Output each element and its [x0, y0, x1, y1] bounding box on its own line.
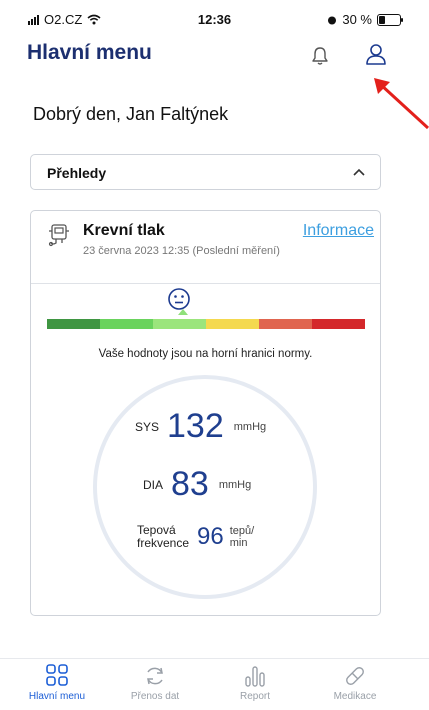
scale-marker: [178, 309, 188, 315]
pulse-label-line2: frekvence: [137, 536, 190, 550]
pulse-unit-line2: min: [229, 537, 248, 549]
card-title: Krevní tlak: [83, 222, 165, 239]
tab-label: Hlavní menu: [28, 691, 86, 702]
pulse-unit-line1: tepů/: [229, 525, 255, 537]
bp-assessment-text: Vaše hodnoty jsou na horní hranici normy…: [98, 348, 313, 360]
chart-icon: [245, 666, 265, 687]
battery-icon: [377, 13, 403, 26]
user-icon: [366, 44, 386, 65]
tab-label: Přenos dat: [130, 691, 180, 702]
scale-segment: [100, 319, 153, 329]
bottom-tab-bar: Hlavní menu Přenos dat Report Medikace: [0, 658, 429, 710]
bp-color-scale: [47, 319, 365, 329]
greeting: Dobrý den, Jan Faltýnek: [33, 104, 229, 124]
notifications-button[interactable]: [306, 42, 334, 70]
sys-value: 132: [167, 407, 224, 445]
sync-icon: [147, 667, 163, 685]
scale-segment: [47, 319, 100, 329]
tab-data-transfer[interactable]: Přenos dat: [110, 659, 200, 702]
status-bar: O2.CZ 12:36 30 %: [0, 0, 429, 36]
blood-pressure-monitor-icon: [48, 224, 69, 247]
sys-row: SYS 132 mmHg: [135, 407, 266, 446]
tab-label: Report: [239, 691, 270, 702]
last-measurement-date: 23 června 2023 12:35 (Poslední měření): [83, 245, 280, 257]
card-divider: [31, 283, 380, 284]
tab-report[interactable]: Report: [210, 659, 300, 702]
pulse-label: Tepová frekvence: [137, 524, 189, 550]
status-right: 30 %: [327, 12, 403, 27]
pill-icon: [346, 667, 364, 685]
sys-label: SYS: [135, 419, 160, 434]
scale-segment: [312, 319, 365, 329]
tab-medication[interactable]: Medikace: [310, 659, 400, 702]
dia-row: DIA 83 mmHg: [143, 465, 251, 504]
scale-segment: [206, 319, 259, 329]
dia-unit: mmHg: [218, 478, 252, 491]
dropdown-label: Přehledy: [47, 165, 107, 181]
overview-dropdown[interactable]: Přehledy: [30, 154, 381, 190]
alarm-icon: [328, 16, 337, 24]
scale-segment: [259, 319, 312, 329]
battery-percent: 30 %: [342, 12, 372, 27]
profile-button[interactable]: [362, 40, 390, 68]
pulse-value: 96: [197, 523, 224, 550]
bell-icon: [312, 47, 328, 65]
chevron-up-icon: [353, 168, 365, 176]
grid-icon: [46, 664, 68, 686]
dia-label: DIA: [143, 477, 164, 492]
sys-unit: mmHg: [233, 420, 267, 433]
annotation-arrow-icon: [374, 78, 429, 130]
page-title: Hlavní menu: [27, 41, 152, 64]
dia-value: 83: [171, 465, 209, 503]
pulse-unit: tepů/ min: [230, 525, 254, 549]
tab-main-menu[interactable]: Hlavní menu: [12, 659, 102, 702]
neutral-face-icon: [168, 288, 190, 310]
info-link[interactable]: Informace: [303, 222, 374, 240]
pulse-row: Tepová frekvence 96 tepů/ min: [137, 523, 254, 551]
pulse-label-line1: Tepová: [137, 523, 176, 537]
scale-segment: [153, 319, 206, 329]
tab-label: Medikace: [333, 691, 377, 702]
blood-pressure-card: Krevní tlak Informace 23 června 2023 12:…: [30, 210, 381, 616]
